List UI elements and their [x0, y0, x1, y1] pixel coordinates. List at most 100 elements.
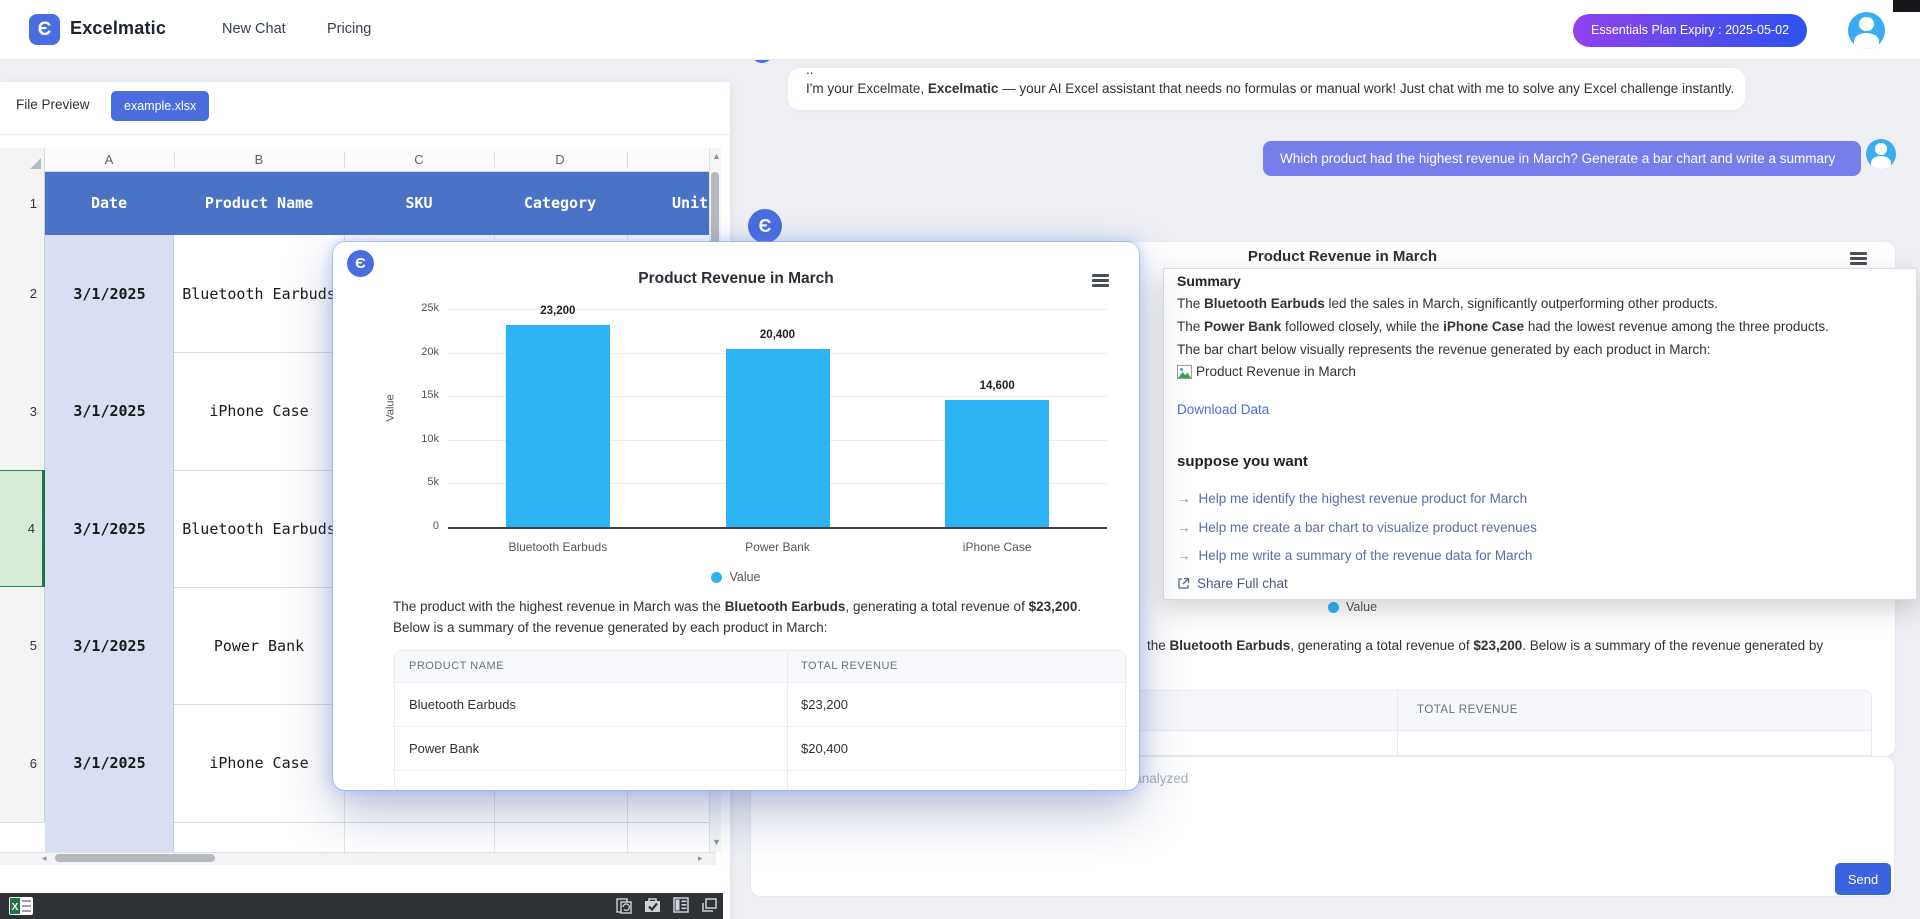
- y-axis-tick: 20k: [391, 346, 439, 358]
- y-axis-tick: 5k: [391, 476, 439, 488]
- switch-windows-icon[interactable]: [700, 897, 719, 914]
- column-header-revenue: TOTAL REVENUE: [801, 660, 898, 672]
- legend-label: Value: [729, 570, 760, 584]
- select-all-cell[interactable]: [0, 148, 45, 172]
- share-full-chat-link[interactable]: Share Full chat: [1177, 576, 1288, 591]
- arrow-icon: →: [1177, 491, 1191, 506]
- assistant-welcome-bubble: .. I'm your Excelmate, Excelmatic — your…: [788, 68, 1745, 110]
- legend-label: Value: [1346, 600, 1377, 614]
- popup-revenue-table: PRODUCT NAME TOTAL REVENUE Bluetooth Earbu…: [394, 650, 1126, 790]
- summary-text-clipped: the Bluetooth Earbuds, generating a tota…: [1147, 638, 1892, 653]
- cell-product[interactable]: Power Bank: [174, 587, 344, 704]
- nav-link-new-chat[interactable]: New Chat: [222, 21, 286, 37]
- column-divider: [174, 152, 175, 168]
- arrow-icon: →: [1177, 548, 1191, 563]
- bar-value-label: 20,400: [718, 329, 838, 341]
- suggestion-link[interactable]: →Help me create a bar chart to visualize…: [1177, 520, 1537, 535]
- chart-legend[interactable]: Value: [1328, 600, 1377, 614]
- cell-revenue: $23,200: [801, 697, 848, 712]
- toolbox-check-icon[interactable]: [643, 896, 663, 915]
- summary-line-3: The bar chart below visually represents …: [1177, 342, 1711, 357]
- download-data-link[interactable]: Download Data: [1177, 402, 1269, 417]
- cell-date[interactable]: 3/1/2025: [45, 470, 174, 587]
- row-number[interactable]: 5: [0, 587, 45, 704]
- y-axis-tick: 10k: [391, 433, 439, 445]
- y-axis-tick: 15k: [391, 389, 439, 401]
- file-preview-label: File Preview: [16, 97, 90, 112]
- suggestion-link[interactable]: →Help me write a summary of the revenue …: [1177, 548, 1532, 563]
- copy-refresh-icon[interactable]: [615, 897, 635, 915]
- sheet-tab-bar: ‹ › ≡ Sheet1Sheet2Sheet3 +: [0, 865, 730, 893]
- x-axis-label: Power Bank: [693, 540, 863, 554]
- cell-product[interactable]: iPhone Case: [174, 352, 344, 470]
- summary-popover: Summary The Bluetooth Earbuds led the sa…: [1163, 268, 1917, 600]
- chart-bar: [506, 325, 610, 527]
- x-axis-line: [448, 527, 1107, 529]
- screen-corner-artifact: [1893, 0, 1920, 12]
- cell-product[interactable]: iPhone Case: [174, 704, 344, 822]
- row-number[interactable]: 4: [0, 470, 45, 587]
- column-letter-B[interactable]: B: [219, 148, 299, 172]
- chart-menu-icon[interactable]: [1850, 252, 1867, 265]
- cell-product[interactable]: Bluetooth Earbuds: [174, 470, 344, 587]
- header-cell-unit[interactable]: Unit: [610, 172, 770, 235]
- legend-dot-icon: [1328, 602, 1339, 613]
- user-avatar[interactable]: [1866, 139, 1896, 169]
- chart-bar: [945, 400, 1049, 527]
- header-cell-product-name[interactable]: Product Name: [179, 172, 339, 235]
- header-cell-date[interactable]: Date: [29, 172, 189, 235]
- svg-text:X: X: [12, 902, 19, 913]
- file-tab-example-xlsx[interactable]: example.xlsx: [111, 91, 209, 121]
- suggestion-link[interactable]: →Help me identify the highest revenue pr…: [1177, 491, 1527, 506]
- status-bar: X: [0, 893, 723, 919]
- row-number[interactable]: 3: [0, 352, 45, 470]
- table-row: Power Bank$20,400: [395, 727, 1125, 771]
- arrow-icon: →: [1177, 520, 1191, 535]
- cell-revenue: $20,400: [801, 741, 848, 756]
- popup-chart-menu-icon[interactable]: [1092, 274, 1109, 287]
- cell-date[interactable]: 3/1/2025: [45, 587, 174, 704]
- column-header-product: PRODUCT NAME: [409, 660, 504, 672]
- scroll-up-icon[interactable]: ▲: [712, 152, 721, 161]
- header-cell-sku[interactable]: SKU: [339, 172, 499, 235]
- reading-layout-icon[interactable]: [672, 896, 691, 914]
- profile-avatar[interactable]: [1848, 12, 1885, 49]
- table-header-row: PRODUCT NAME TOTAL REVENUE: [395, 651, 1125, 683]
- broken-image-icon: [1177, 365, 1192, 379]
- summary-heading: Summary: [1177, 273, 1241, 289]
- y-axis-tick: 25k: [391, 302, 439, 314]
- horizontal-scroll-thumb[interactable]: [55, 854, 215, 862]
- cell-date[interactable]: 3/1/2025: [45, 235, 174, 352]
- cell-product[interactable]: Bluetooth Earbuds: [174, 235, 344, 352]
- column-letter-A[interactable]: A: [69, 148, 149, 172]
- row-number[interactable]: 6: [0, 704, 45, 822]
- app-root: Є .. I'm your Excelmate, Excelmatic — yo…: [0, 0, 1920, 919]
- table-divider: [787, 651, 788, 790]
- chart-bar: [726, 349, 830, 527]
- nav-link-pricing[interactable]: Pricing: [327, 21, 371, 37]
- scroll-right-icon[interactable]: ▸: [698, 854, 703, 863]
- plan-expiry-badge[interactable]: Essentials Plan Expiry : 2025-05-02: [1573, 14, 1807, 47]
- divider: [0, 134, 730, 135]
- excelmatic-logo-icon[interactable]: Є: [29, 14, 60, 45]
- top-navbar: Є Excelmatic New Chat Pricing Essentials…: [0, 0, 1920, 60]
- excel-file-icon: X: [8, 896, 34, 916]
- popup-summary-text: The product with the highest revenue in …: [393, 596, 1093, 638]
- summary-line-2: The Power Bank followed closely, while t…: [1177, 319, 1829, 334]
- chart-popup-modal: Є Product Revenue in March Value 25k20k1…: [333, 242, 1139, 790]
- scroll-down-icon[interactable]: ▼: [712, 838, 721, 847]
- bar-value-label: 14,600: [937, 380, 1057, 392]
- cell-date[interactable]: 3/1/2025: [45, 352, 174, 470]
- column-letter-D[interactable]: D: [520, 148, 600, 172]
- bar-value-label: 23,200: [498, 305, 618, 317]
- send-button[interactable]: Send: [1835, 863, 1891, 895]
- row-number[interactable]: 2: [0, 235, 45, 352]
- share-icon: [1177, 577, 1190, 590]
- column-header-revenue: TOTAL REVENUE: [1417, 704, 1518, 716]
- column-letter-C[interactable]: C: [379, 148, 459, 172]
- cell-date[interactable]: 3/1/2025: [45, 704, 174, 822]
- y-axis-tick: 0: [391, 520, 439, 532]
- table-row: Bluetooth Earbuds$23,200: [395, 683, 1125, 727]
- scroll-left-icon[interactable]: ◂: [42, 854, 47, 863]
- popup-chart-legend[interactable]: Value: [333, 570, 1139, 584]
